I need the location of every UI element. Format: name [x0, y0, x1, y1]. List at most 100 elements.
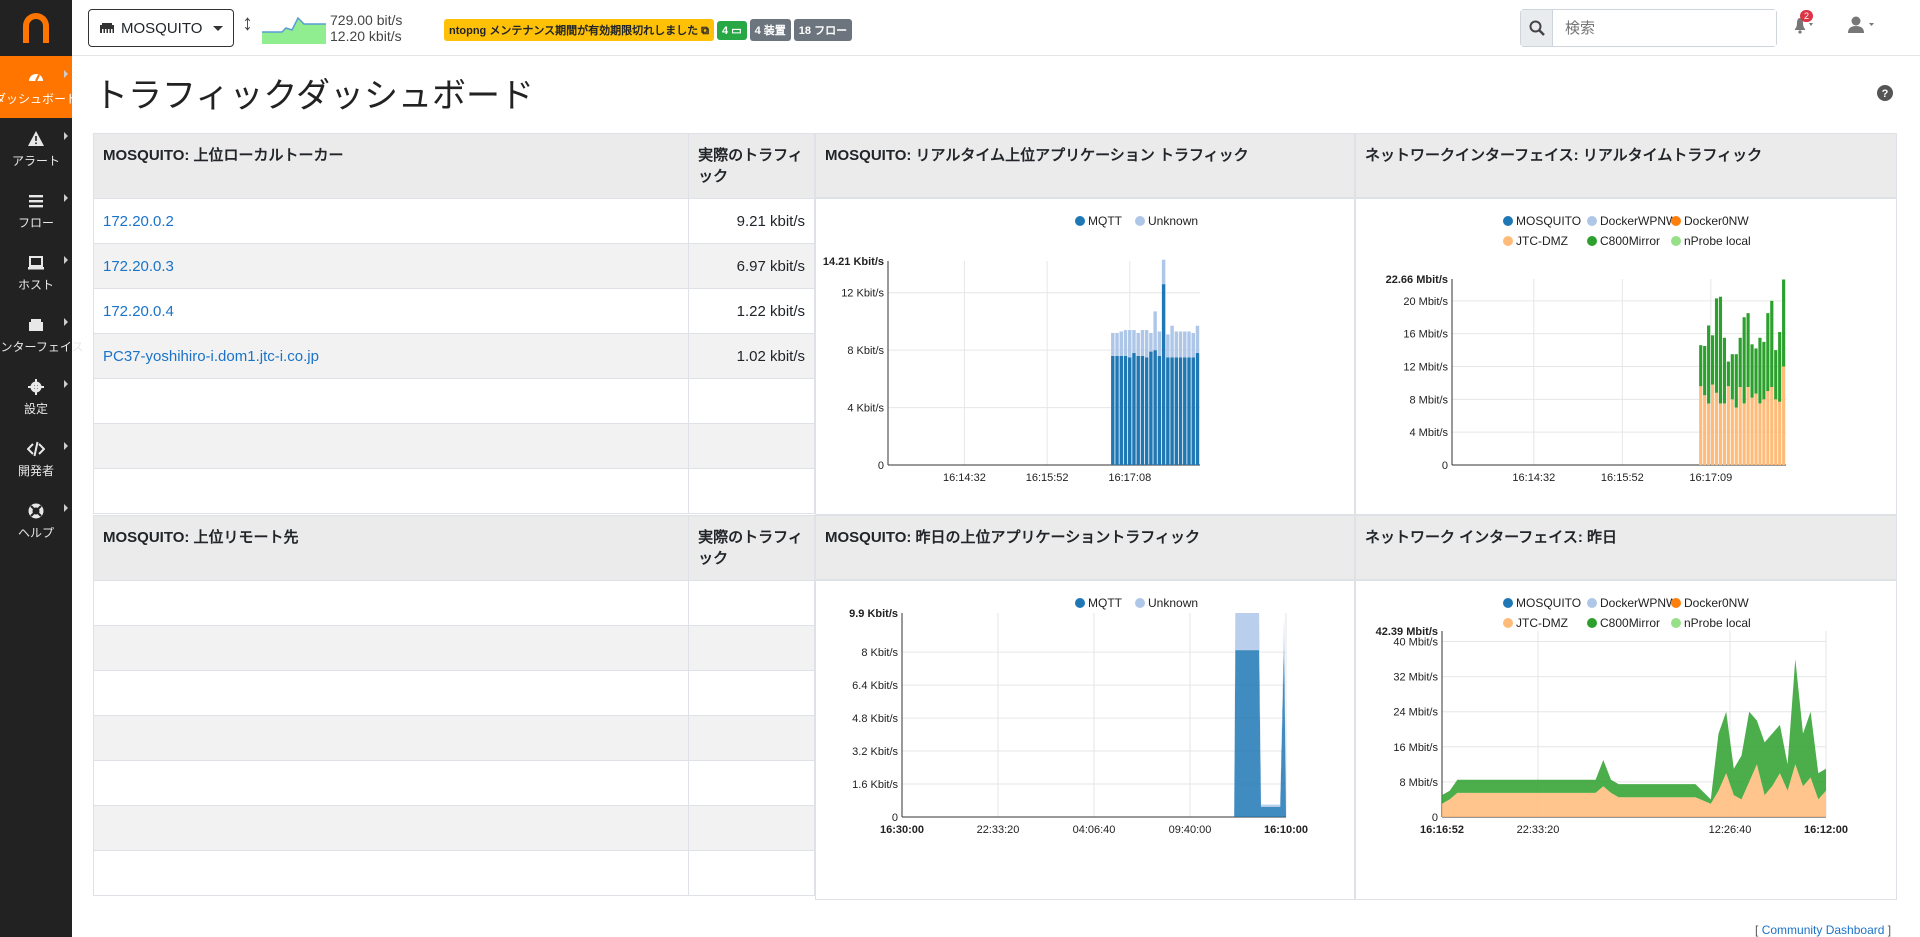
bar-jtc-dmz — [1766, 391, 1770, 465]
host-link[interactable]: 172.20.0.3 — [103, 258, 174, 275]
table-row: 172.20.0.2 9.21 kbit/s — [92, 198, 815, 244]
column-header-host: MOSQUITO: 上位ローカルトーカー — [92, 133, 690, 199]
help-icon[interactable]: ? — [1877, 85, 1893, 101]
bar-unknown — [1136, 332, 1140, 356]
sidebar-item-gear[interactable]: 設定 — [0, 366, 72, 428]
bar-jtc-dmz — [1714, 392, 1719, 465]
sidebar-item-gauge[interactable]: ダッシュボード — [0, 56, 78, 118]
bar-mqtt — [1119, 355, 1123, 465]
yd-ifaces-title: ネットワーク インターフェイス: 昨日 — [1355, 515, 1897, 580]
bar-mqtt — [1140, 355, 1145, 465]
devices-badge[interactable]: 4 装置 — [749, 19, 791, 41]
legend-label: Unknown — [1148, 214, 1198, 228]
empty-cell — [688, 850, 815, 896]
x-tick-label: 16:15:52 — [1601, 472, 1644, 484]
bar-mqtt — [1183, 357, 1187, 465]
column-header-traffic: 実際のトラフィック — [688, 133, 815, 199]
bar-c800mirror — [1703, 345, 1707, 396]
host-link[interactable]: PC37-yoshihiro-i.dom1.jtc-i.co.jp — [103, 348, 319, 365]
sidebar-item-label: アラート — [11, 153, 60, 168]
x-tick-label: 09:40:00 — [1169, 824, 1212, 836]
bar-c800mirror — [1750, 344, 1754, 398]
throughput-sparkline[interactable] — [262, 12, 326, 44]
bar-unknown — [1183, 331, 1187, 358]
alerts-button[interactable]: 2 — [1792, 10, 1816, 39]
table-row — [92, 378, 815, 424]
rt-ifaces-chart[interactable]: MOSQUITO DockerWPNW Docker0NW JTC-DMZ C800Mi… — [1356, 199, 1896, 514]
bar-mqtt — [1111, 355, 1115, 465]
sidebar-item-ethernet[interactable]: インターフェイス — [0, 304, 83, 366]
host-link[interactable]: 172.20.0.4 — [103, 303, 174, 320]
legend-swatch — [1503, 618, 1513, 628]
legend-swatch — [1587, 618, 1597, 628]
top-remote-destinations-table: MOSQUITO: 上位リモート先 実際のトラフィック — [92, 515, 815, 896]
traffic-cell: 1.22 kbit/s — [688, 288, 815, 334]
legend-label: C800Mirror — [1600, 616, 1660, 630]
x-tick-label: 16:17:08 — [1108, 472, 1151, 484]
bar-mqtt — [1157, 355, 1162, 465]
yd-ifaces-chart-box: MOSQUITO DockerWPNW Docker0NW JTC-DMZ C800Mi… — [1355, 580, 1897, 900]
search-button[interactable] — [1521, 10, 1553, 46]
interface-selector[interactable]: MOSQUITO — [88, 9, 234, 47]
y-tick-label: 0 — [878, 460, 884, 472]
empty-cell — [92, 805, 690, 851]
sidebar-item-list[interactable]: フロー — [0, 180, 72, 242]
x-tick-label: 16:14:32 — [1512, 472, 1555, 484]
user-menu[interactable] — [1848, 16, 1878, 39]
bar-unknown — [1144, 330, 1149, 358]
empty-cell — [92, 580, 690, 626]
search-icon — [1529, 20, 1545, 36]
legend-swatch — [1503, 236, 1513, 246]
rt-apps-chart[interactable]: MQTT Unknown 0 4 Kbit/s 8 Kbit/s 12 Kbit/s 14.… — [816, 199, 1354, 514]
flows-badge[interactable]: 18 フロー — [793, 19, 853, 41]
host-link[interactable]: 172.20.0.2 — [103, 213, 174, 230]
empty-cell — [92, 760, 690, 806]
y-max-label: 14.21 Kbit/s — [823, 256, 884, 268]
empty-cell — [688, 805, 815, 851]
bar-mqtt — [1123, 355, 1128, 465]
license-warning-badge[interactable]: ntopng メンテナンス期間が有効期限切れしました ⧉ — [444, 19, 715, 41]
bar-jtc-dmz — [1699, 386, 1703, 465]
y-tick-label: 8 Kbit/s — [847, 345, 884, 357]
legend-label: nProbe local — [1684, 234, 1751, 248]
local-hosts-count: 4 — [722, 24, 729, 37]
empty-cell — [688, 715, 815, 761]
yd-ifaces-chart[interactable]: MOSQUITO DockerWPNW Docker0NW JTC-DMZ C800Mi… — [1356, 581, 1896, 899]
status-badges: ntopng メンテナンス期間が有効期限切れしました ⧉ 4 ▭ 4 装置 18… — [444, 19, 853, 41]
ntopng-logo[interactable] — [0, 0, 72, 56]
bar-mqtt — [1144, 357, 1149, 465]
sidebar-item-warning[interactable]: アラート — [0, 118, 72, 180]
community-dashboard-link[interactable]: Community Dashboard — [1762, 923, 1885, 937]
bar-mqtt — [1128, 357, 1132, 465]
y-tick-label: 0 — [1432, 812, 1438, 824]
empty-cell — [92, 468, 690, 514]
empty-cell — [92, 670, 690, 716]
bar-unknown — [1123, 330, 1128, 356]
bar-c800mirror — [1746, 313, 1750, 388]
gear-icon — [28, 378, 44, 395]
bar-c800mirror — [1770, 300, 1774, 388]
host-cell: PC37-yoshihiro-i.dom1.jtc-i.co.jp — [92, 333, 690, 379]
bar-mqtt — [1161, 284, 1166, 465]
sidebar-item-code[interactable]: 開発者 — [0, 428, 72, 490]
page-title: トラフィックダッシュボード — [94, 77, 534, 115]
bar-mqtt — [1149, 351, 1153, 465]
search-box — [1520, 9, 1777, 47]
bar-jtc-dmz — [1718, 403, 1723, 465]
x-tick-label: 22:33:20 — [1517, 824, 1560, 836]
search-input[interactable] — [1553, 10, 1776, 46]
local-hosts-badge[interactable]: 4 ▭ — [717, 20, 747, 40]
legend-swatch — [1587, 598, 1597, 608]
y-tick-label: 4 Mbit/s — [1409, 427, 1448, 439]
bar-jtc-dmz — [1774, 399, 1778, 465]
bar-c800mirror — [1762, 341, 1766, 400]
bar-jtc-dmz — [1762, 399, 1766, 465]
sidebar-item-laptop[interactable]: ホスト — [0, 242, 72, 304]
sidebar-item-lifebuoy[interactable]: ヘルプ — [0, 490, 72, 552]
bar-unknown — [1119, 331, 1123, 356]
throughput-down: 12.20 kbit/s — [330, 28, 402, 44]
bar-mqtt — [1166, 357, 1170, 465]
bar-c800mirror — [1734, 354, 1738, 408]
bar-jtc-dmz — [1754, 393, 1758, 465]
yd-apps-chart[interactable]: MQTT Unknown 0 1.6 Kbit/s 3.2 Kbit/s 4.8 Kbit… — [816, 581, 1354, 899]
